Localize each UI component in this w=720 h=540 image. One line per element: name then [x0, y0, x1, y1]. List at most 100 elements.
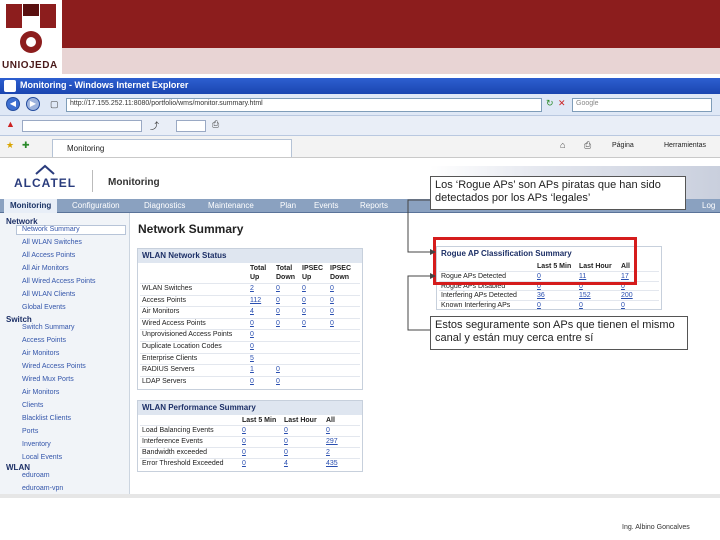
table-cell-value[interactable]: 152: [579, 292, 591, 299]
sidebar-item[interactable]: Global Events: [22, 304, 66, 311]
acrobat-icon[interactable]: ▲: [6, 119, 15, 129]
page-title: Network Summary: [138, 222, 244, 236]
product-name: Monitoring: [108, 177, 160, 188]
table-cell-value[interactable]: 0: [330, 308, 334, 315]
column-header: Up: [302, 274, 312, 281]
table-cell-value[interactable]: 4: [250, 308, 254, 315]
toolbar-go-icon[interactable]: ⤴: [150, 119, 159, 132]
row-divider: [140, 294, 360, 296]
sidebar-item[interactable]: Local Events: [22, 454, 62, 461]
sidebar-item[interactable]: Clients: [22, 402, 43, 409]
table-cell-value[interactable]: 36: [537, 292, 545, 299]
row-divider: [140, 436, 360, 437]
table-cell-value[interactable]: 0: [242, 449, 246, 456]
table-cell-value[interactable]: 0: [302, 285, 306, 292]
add-favorite-icon[interactable]: ✚: [22, 140, 30, 151]
forward-icon[interactable]: ▶: [26, 97, 40, 111]
table-cell-value[interactable]: 0: [579, 302, 583, 309]
table-cell-value[interactable]: 0: [250, 343, 254, 350]
nav-tab-log[interactable]: Log: [696, 199, 720, 213]
table-cell-value[interactable]: 0: [302, 297, 306, 304]
table-cell-value[interactable]: 112: [250, 297, 261, 304]
table-cell-value[interactable]: 4: [284, 460, 288, 467]
table-cell-value[interactable]: 0: [276, 320, 280, 327]
table-cell-value[interactable]: 0: [284, 438, 288, 445]
sidebar-item[interactable]: All Air Monitors: [22, 265, 69, 272]
nav-tab-reports[interactable]: Reports: [354, 199, 394, 213]
table-cell-value[interactable]: 5: [250, 355, 254, 362]
sidebar-item[interactable]: Inventory: [22, 441, 51, 448]
table-cell-value[interactable]: 0: [242, 460, 246, 467]
sidebar-item[interactable]: Blacklist Clients: [22, 415, 71, 422]
table-cell-value[interactable]: 0: [250, 378, 254, 385]
sidebar-item[interactable]: eduroam-vpn: [22, 485, 63, 492]
brand-name: ALCATEL: [14, 176, 77, 190]
table-cell-value[interactable]: 0: [276, 366, 280, 373]
table-cell-value[interactable]: 0: [537, 302, 541, 309]
sidebar-item[interactable]: Network Summary: [22, 226, 80, 233]
search-input[interactable]: Google: [572, 98, 712, 112]
nav-tab-events[interactable]: Events: [308, 199, 344, 213]
back-icon[interactable]: ◀: [6, 97, 20, 111]
row-divider: [140, 341, 360, 342]
row-label: Known Interfering APs: [441, 301, 511, 309]
sidebar-item[interactable]: All WLAN Switches: [22, 239, 82, 246]
table-cell-value[interactable]: 200: [621, 292, 633, 299]
stop-icon[interactable]: ✕: [558, 98, 566, 109]
table-cell-value[interactable]: 0: [284, 449, 288, 456]
table-cell-value[interactable]: 0: [330, 297, 334, 304]
sidebar-item[interactable]: Air Monitors: [22, 350, 59, 357]
table-cell-value[interactable]: 0: [276, 297, 280, 304]
menu-page[interactable]: Página: [612, 142, 634, 149]
table-cell-value[interactable]: 0: [330, 320, 334, 327]
table-cell-value[interactable]: 0: [302, 308, 306, 315]
toolbar-dropdown[interactable]: [22, 120, 142, 132]
logo-text: UNIOJEDA: [2, 60, 58, 71]
nav-tab-plan[interactable]: Plan: [274, 199, 302, 213]
logo-container: UNIOJEDA: [0, 0, 62, 74]
nav-tab-monitoring[interactable]: Monitoring: [4, 199, 58, 213]
favorites-star-icon[interactable]: ★: [6, 140, 14, 151]
table-cell-value[interactable]: 0: [276, 378, 280, 385]
tab-monitoring[interactable]: Monitoring: [52, 139, 292, 157]
sidebar-item[interactable]: Wired Access Points: [22, 363, 86, 370]
table-cell-value[interactable]: 1: [250, 366, 254, 373]
table-cell-value[interactable]: 0: [276, 308, 280, 315]
sidebar-item[interactable]: All Wired Access Points: [22, 278, 96, 285]
column-header: Down: [276, 274, 296, 281]
table-cell-value[interactable]: 0: [276, 285, 280, 292]
table-cell-value[interactable]: 0: [330, 285, 334, 292]
column-header: Up: [250, 274, 260, 281]
table-cell-value[interactable]: 0: [284, 427, 288, 434]
table-cell-value[interactable]: 0: [242, 427, 246, 434]
table-cell-value[interactable]: 2: [326, 449, 330, 456]
table-cell-value[interactable]: 0: [302, 320, 306, 327]
table-cell-value[interactable]: 0: [621, 302, 625, 309]
table-cell-value[interactable]: 0: [250, 320, 254, 327]
sidebar-item[interactable]: Air Monitors: [22, 389, 59, 396]
sidebar-item[interactable]: Switch Summary: [22, 324, 75, 331]
sidebar-item[interactable]: Access Points: [22, 337, 66, 344]
table-cell-value[interactable]: 0: [250, 331, 254, 338]
table-cell-value[interactable]: 0: [242, 438, 246, 445]
sidebar-item[interactable]: All Access Points: [22, 252, 75, 259]
header-sub-band: [62, 48, 720, 74]
sidebar-item[interactable]: Wired Mux Ports: [22, 376, 74, 383]
address-input[interactable]: http://17.155.252.11:8080/portfolio/wms/…: [66, 98, 542, 112]
nav-tab-configuration[interactable]: Configuration: [66, 199, 126, 213]
refresh-icon[interactable]: ↻: [546, 98, 554, 109]
table-cell-value[interactable]: 435: [326, 460, 338, 467]
toolbar-field[interactable]: [176, 120, 206, 132]
sidebar-item[interactable]: Ports: [22, 428, 38, 435]
sidebar-item[interactable]: All WLAN Clients: [22, 291, 75, 298]
print-icon[interactable]: ⎙: [584, 140, 591, 151]
home-icon[interactable]: ⌂: [560, 140, 565, 150]
sidebar-item[interactable]: eduroam: [22, 472, 50, 479]
table-cell-value[interactable]: 2: [250, 285, 254, 292]
toolbar-extra-icon[interactable]: ⎙: [212, 119, 219, 130]
table-cell-value[interactable]: 297: [326, 438, 338, 445]
table-cell-value[interactable]: 0: [326, 427, 330, 434]
menu-tools[interactable]: Herramientas: [664, 142, 706, 149]
nav-tab-diagnostics[interactable]: Diagnostics: [138, 199, 191, 213]
nav-tab-maintenance[interactable]: Maintenance: [202, 199, 260, 213]
